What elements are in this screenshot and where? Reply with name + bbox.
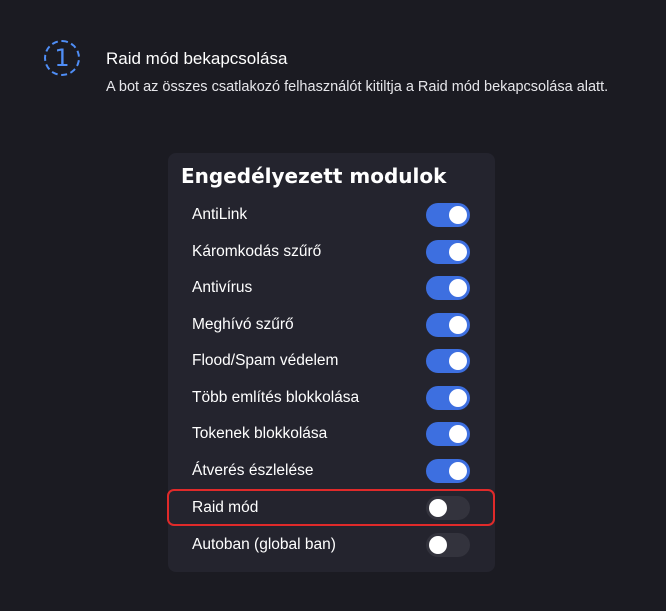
- toggle-knob: [449, 243, 467, 261]
- profanity-filter-toggle[interactable]: [426, 240, 470, 264]
- module-row-antivirus: Antivírus: [168, 270, 495, 306]
- toggle-knob: [449, 279, 467, 297]
- panel-title: Engedélyezett modulok: [181, 164, 447, 188]
- toggle-knob: [449, 352, 467, 370]
- module-label: Káromkodás szűrő: [192, 243, 322, 260]
- module-row-profanity-filter: Káromkodás szűrő: [168, 234, 495, 270]
- module-label: Antivírus: [192, 279, 253, 296]
- mass-mention-toggle[interactable]: [426, 386, 470, 410]
- module-label: Autoban (global ban): [192, 536, 336, 553]
- module-row-mass-mention: Több említés blokkolása: [168, 380, 495, 416]
- step-title: Raid mód bekapcsolása: [106, 49, 288, 68]
- module-row-invite-filter: Meghívó szűrő: [168, 307, 495, 343]
- toggle-knob: [449, 462, 467, 480]
- step-number-badge: 1: [44, 40, 80, 76]
- module-label: Raid mód: [192, 499, 259, 516]
- module-label: Több említés blokkolása: [192, 389, 360, 406]
- module-row-antilink: AntiLink: [168, 197, 495, 233]
- scam-detection-toggle[interactable]: [426, 459, 470, 483]
- antilink-toggle[interactable]: [426, 203, 470, 227]
- toggle-knob: [429, 499, 447, 517]
- module-label: Flood/Spam védelem: [192, 352, 339, 369]
- invite-filter-toggle[interactable]: [426, 313, 470, 337]
- raid-mode-toggle[interactable]: [426, 496, 470, 520]
- antivirus-toggle[interactable]: [426, 276, 470, 300]
- toggle-knob: [449, 389, 467, 407]
- toggle-knob: [449, 425, 467, 443]
- module-label: Átverés észlelése: [192, 462, 314, 479]
- module-row-raid-mode: Raid mód: [168, 490, 495, 526]
- module-label: AntiLink: [192, 206, 248, 223]
- autoban-toggle[interactable]: [426, 533, 470, 557]
- flood-spam-toggle[interactable]: [426, 349, 470, 373]
- module-label: Meghívó szűrő: [192, 316, 294, 333]
- toggle-knob: [429, 536, 447, 554]
- token-block-toggle[interactable]: [426, 422, 470, 446]
- module-row-flood-spam: Flood/Spam védelem: [168, 343, 495, 379]
- module-label: Tokenek blokkolása: [192, 425, 328, 442]
- toggle-knob: [449, 206, 467, 224]
- enabled-modules-panel: Engedélyezett modulok AntiLink Káromkodá…: [168, 153, 495, 572]
- module-row-scam-detection: Átverés észlelése: [168, 453, 495, 489]
- module-row-autoban: Autoban (global ban): [168, 527, 495, 563]
- step-description: A bot az összes csatlakozó felhasználót …: [106, 79, 609, 95]
- module-row-token-block: Tokenek blokkolása: [168, 416, 495, 452]
- toggle-knob: [449, 316, 467, 334]
